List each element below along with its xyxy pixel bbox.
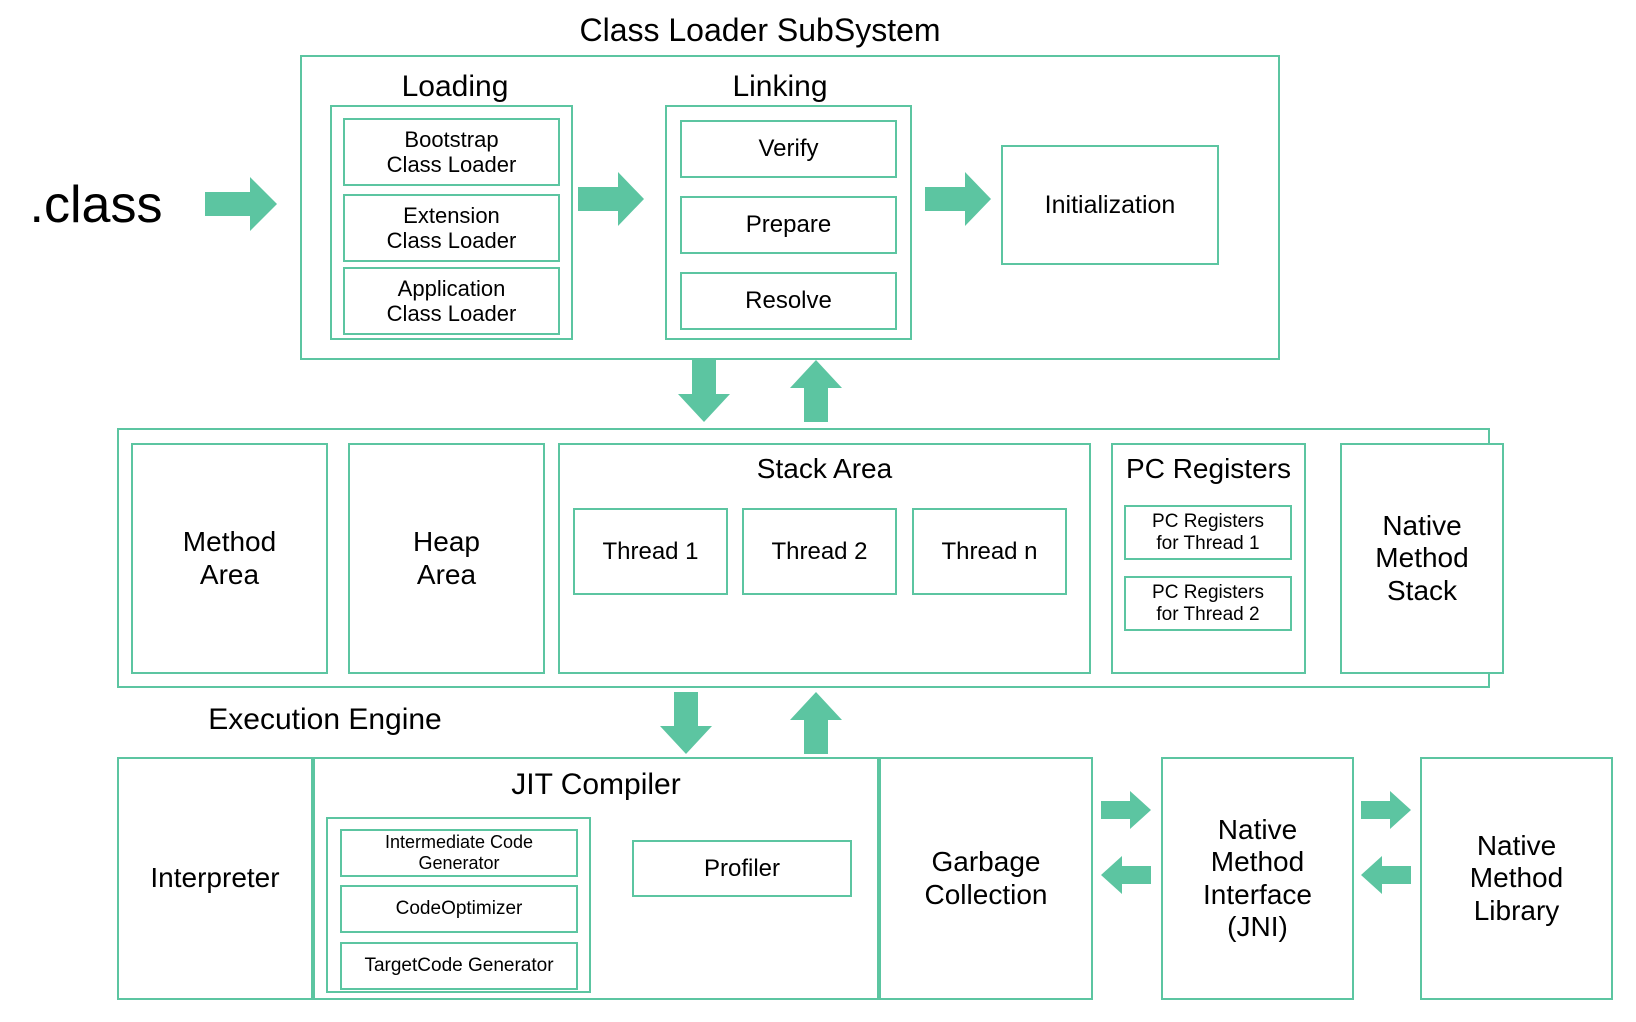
initialization-box[interactable]: Initialization (1001, 145, 1219, 265)
resolve-box[interactable]: Resolve (680, 272, 897, 330)
pc-registers-thread-2-box[interactable]: PC Registers for Thread 2 (1124, 576, 1292, 631)
thread-n-box[interactable]: Thread n (912, 508, 1067, 595)
native-method-library-box[interactable]: Native Method Library (1420, 757, 1613, 1000)
bootstrap-class-loader-label: Bootstrap Class Loader (386, 126, 517, 177)
native-method-stack-label: Native Method Stack (1375, 510, 1469, 606)
thread-1-label: Thread 1 (602, 537, 699, 565)
method-area-box[interactable]: Method Area (131, 443, 328, 674)
class-file-label: .class (29, 175, 163, 234)
page-title: Class Loader SubSystem (579, 11, 941, 48)
resolve-label: Resolve (745, 287, 832, 315)
intermediate-code-generator-box[interactable]: Intermediate Code Generator (340, 829, 578, 877)
arrow-down-icon (678, 360, 730, 422)
jit-compiler-title: JIT Compiler (511, 768, 681, 801)
interpreter-box[interactable]: Interpreter (117, 757, 313, 1000)
jvm-architecture-diagram: Class Loader SubSystem .class Loading Bo… (0, 0, 1636, 1022)
thread-2-label: Thread 2 (771, 537, 868, 565)
arrow-up-icon (790, 360, 842, 422)
bootstrap-class-loader-box[interactable]: Bootstrap Class Loader (343, 118, 560, 186)
application-class-loader-box[interactable]: Application Class Loader (343, 267, 560, 335)
native-method-library-label: Native Method Library (1469, 830, 1564, 926)
native-method-interface-box[interactable]: Native Method Interface (JNI) (1161, 757, 1354, 1000)
arrow-right-icon (925, 170, 991, 228)
heap-area-box[interactable]: Heap Area (348, 443, 545, 674)
method-area-label: Method Area (182, 526, 277, 590)
heap-area-label: Heap Area (413, 526, 480, 590)
prepare-box[interactable]: Prepare (680, 196, 897, 254)
garbage-collection-box[interactable]: Garbage Collection (879, 757, 1093, 1000)
linking-title: Linking (732, 70, 828, 103)
profiler-label: Profiler (703, 854, 781, 882)
garbage-collection-label: Garbage Collection (924, 846, 1048, 910)
pc-registers-thread-1-box[interactable]: PC Registers for Thread 1 (1124, 505, 1292, 560)
pc-registers-title: PC Registers (1126, 453, 1291, 484)
arrow-down-icon (660, 692, 712, 754)
stack-area-title: Stack Area (756, 453, 893, 484)
arrow-right-icon (1101, 790, 1151, 830)
arrow-right-icon (205, 175, 277, 233)
targetcode-generator-box[interactable]: TargetCode Generator (340, 942, 578, 990)
arrow-left-icon (1361, 855, 1411, 895)
targetcode-generator-label: TargetCode Generator (364, 955, 554, 977)
initialization-label: Initialization (1044, 190, 1176, 219)
pc-registers-thread-1-label: PC Registers for Thread 1 (1152, 510, 1264, 554)
code-optimizer-label: CodeOptimizer (395, 898, 523, 920)
pc-registers-thread-2-label: PC Registers for Thread 2 (1152, 581, 1264, 625)
application-class-loader-label: Application Class Loader (386, 275, 517, 326)
extension-class-loader-label: Extension Class Loader (386, 202, 517, 253)
prepare-label: Prepare (745, 211, 832, 239)
profiler-box[interactable]: Profiler (632, 840, 852, 897)
execution-engine-title: Execution Engine (208, 703, 442, 736)
thread-2-box[interactable]: Thread 2 (742, 508, 897, 595)
arrow-right-icon (1361, 790, 1411, 830)
intermediate-code-generator-label: Intermediate Code Generator (384, 832, 534, 873)
thread-1-box[interactable]: Thread 1 (573, 508, 728, 595)
extension-class-loader-box[interactable]: Extension Class Loader (343, 194, 560, 262)
arrow-up-icon (790, 692, 842, 754)
interpreter-label: Interpreter (150, 862, 280, 894)
arrow-right-icon (578, 170, 644, 228)
native-method-interface-label: Native Method Interface (JNI) (1203, 814, 1312, 942)
code-optimizer-box[interactable]: CodeOptimizer (340, 885, 578, 933)
loading-title: Loading (401, 70, 509, 103)
native-method-stack-box[interactable]: Native Method Stack (1340, 443, 1504, 674)
verify-box[interactable]: Verify (680, 120, 897, 178)
arrow-left-icon (1101, 855, 1151, 895)
verify-label: Verify (758, 135, 819, 163)
thread-n-label: Thread n (941, 537, 1038, 565)
